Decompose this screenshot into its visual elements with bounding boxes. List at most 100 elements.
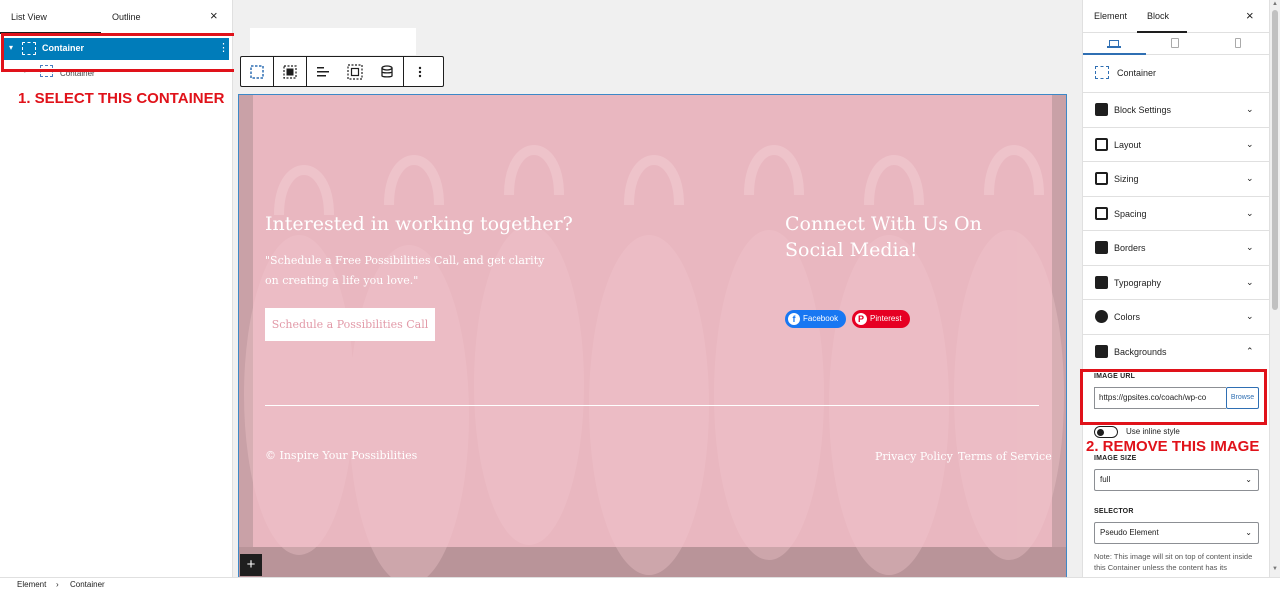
colors-icon	[1095, 310, 1108, 323]
chevron-down-icon: ⌄	[1245, 475, 1252, 484]
panel-label: Colors	[1114, 312, 1141, 322]
schedule-call-button[interactable]: Schedule a Possibilities Call	[265, 308, 435, 341]
borders-icon	[1095, 241, 1108, 254]
spacing-icon	[1095, 207, 1108, 220]
terms-of-service-link[interactable]: Terms of Service	[958, 450, 1052, 463]
tab-block[interactable]: Block	[1147, 0, 1169, 33]
chevron-down-icon: ⌄	[1246, 311, 1254, 321]
breadcrumb-separator: ›	[56, 580, 59, 589]
chevron-down-icon: ⌄	[1246, 208, 1254, 218]
breadcrumb-element[interactable]: Element	[17, 578, 46, 591]
tablet-icon[interactable]	[1171, 38, 1179, 48]
mobile-icon[interactable]	[1235, 38, 1241, 48]
facebook-button[interactable]: f Facebook	[785, 310, 847, 328]
panel-sizing[interactable]: Sizing ⌄	[1083, 161, 1269, 196]
panel-label: Block Settings	[1114, 105, 1172, 115]
padding-icon[interactable]	[339, 57, 371, 86]
chevron-down-icon: ⌄	[1246, 242, 1254, 252]
annotation-select-container: 1. SELECT THIS CONTAINER	[18, 90, 225, 107]
typography-icon	[1095, 276, 1108, 289]
panel-backgrounds[interactable]: Backgrounds ⌃	[1083, 334, 1269, 369]
facebook-label: Facebook	[803, 314, 839, 323]
tab-element[interactable]: Element	[1094, 0, 1127, 33]
active-device-indicator	[1083, 53, 1146, 55]
chevron-down-icon: ⌄	[1246, 173, 1254, 183]
copyright-text: © Inspire Your Possibilities	[265, 449, 418, 462]
device-switcher	[1083, 33, 1269, 55]
chevron-up-icon: ⌃	[1246, 346, 1254, 356]
editor-canvas: Interested in working together? "Schedul…	[234, 0, 1081, 578]
select-parent-icon[interactable]	[274, 57, 306, 86]
chevron-down-icon: ⌄	[1245, 528, 1252, 537]
block-placeholder	[250, 28, 416, 55]
annotation-highlight-container	[1, 33, 238, 72]
canvas-scrollbar[interactable]	[1071, 0, 1081, 577]
tab-list-view[interactable]: List View	[11, 0, 47, 34]
backgrounds-icon	[1095, 345, 1108, 358]
selected-value: Pseudo Element	[1100, 528, 1159, 537]
settings-tabs: Element Block ×	[1083, 0, 1269, 33]
hero-heading: Interested in working together?	[265, 213, 573, 235]
container-icon[interactable]	[241, 57, 273, 86]
image-size-select[interactable]: full ⌄	[1094, 469, 1259, 491]
list-view-panel: List View Outline × ▾ Container ⋮ › Cont…	[0, 0, 233, 577]
left-panel-tabs: List View Outline ×	[0, 0, 232, 34]
pinterest-icon: P	[855, 313, 867, 325]
panel-label: Sizing	[1114, 174, 1139, 184]
sizing-icon	[1095, 172, 1108, 185]
privacy-policy-link[interactable]: Privacy Policy	[875, 450, 953, 463]
chevron-down-icon: ⌄	[1246, 104, 1254, 114]
selector-select[interactable]: Pseudo Element ⌄	[1094, 522, 1259, 544]
editor-app: List View Outline × ▾ Container ⋮ › Cont…	[0, 0, 1280, 591]
block-settings-icon	[1095, 103, 1108, 116]
panel-label: Layout	[1114, 140, 1142, 150]
panel-label: Spacing	[1114, 209, 1147, 219]
selected-value: full	[1100, 475, 1111, 484]
panel-colors[interactable]: Colors ⌄	[1083, 299, 1269, 334]
breadcrumb: Element › Container	[0, 577, 1280, 591]
selector-label: SELECTOR	[1094, 508, 1134, 515]
block-title: Container	[1117, 68, 1157, 78]
sidebar-scrollbar[interactable]: ▲ ▼	[1269, 0, 1280, 577]
inline-style-toggle[interactable]	[1094, 426, 1118, 438]
image-size-label: IMAGE SIZE	[1094, 455, 1137, 462]
desktop-icon[interactable]	[1107, 40, 1121, 48]
panel-label: Typography	[1114, 278, 1162, 288]
facebook-icon: f	[788, 313, 800, 325]
panel-spacing[interactable]: Spacing ⌄	[1083, 196, 1269, 231]
scrollbar-thumb[interactable]	[1272, 10, 1278, 310]
block-card: Container	[1095, 66, 1265, 81]
hero-text: "Schedule a Free Possibilities Call, and…	[265, 254, 545, 287]
more-options-icon[interactable]	[404, 57, 436, 86]
panel-typography[interactable]: Typography ⌄	[1083, 265, 1269, 300]
social-heading: Connect With Us On Social Media!	[785, 213, 982, 261]
container-block[interactable]: Interested in working together? "Schedul…	[238, 94, 1067, 578]
settings-sidebar: Element Block × Container Block Settings…	[1082, 0, 1269, 577]
panel-label: Borders	[1114, 243, 1146, 253]
annotation-remove-image: 2. REMOVE THIS IMAGE	[1086, 438, 1260, 455]
annotation-highlight-image-url	[1080, 369, 1267, 425]
background-note: Note: This image will sit on top of cont…	[1094, 552, 1253, 572]
chevron-down-icon: ⌄	[1246, 139, 1254, 149]
layout-icon	[1095, 138, 1108, 151]
toggle-knob	[1097, 428, 1104, 436]
footer-divider	[265, 405, 1039, 406]
chevron-down-icon: ⌄	[1246, 277, 1254, 287]
close-icon[interactable]: ×	[210, 9, 218, 23]
close-icon[interactable]: ×	[1246, 9, 1254, 23]
database-icon[interactable]	[371, 57, 403, 86]
scroll-down-icon[interactable]: ▼	[1272, 566, 1278, 572]
pinterest-label: Pinterest	[870, 314, 902, 323]
panel-layout[interactable]: Layout ⌄	[1083, 127, 1269, 162]
block-toolbar	[240, 56, 444, 87]
pinterest-button[interactable]: P Pinterest	[852, 310, 910, 328]
panel-borders[interactable]: Borders ⌄	[1083, 230, 1269, 265]
panel-label: Backgrounds	[1114, 347, 1167, 357]
add-block-button[interactable]: +	[240, 554, 262, 576]
breadcrumb-container[interactable]: Container	[70, 578, 105, 591]
scroll-up-icon[interactable]: ▲	[1272, 1, 1278, 7]
align-icon[interactable]	[307, 57, 339, 86]
panel-block-settings[interactable]: Block Settings ⌄	[1083, 92, 1269, 127]
tab-outline[interactable]: Outline	[112, 0, 141, 34]
inline-style-label: Use inline style	[1126, 427, 1180, 436]
